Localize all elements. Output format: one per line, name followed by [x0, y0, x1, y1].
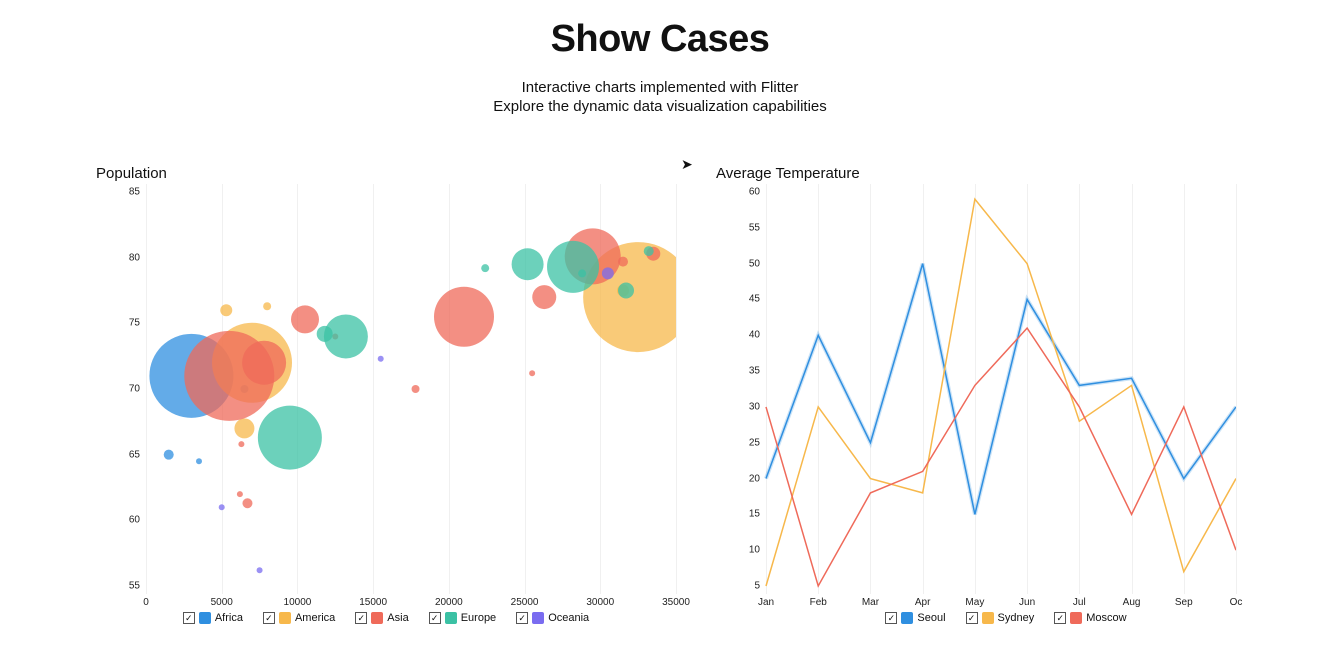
bubble-point[interactable]	[317, 326, 333, 342]
bubble-point[interactable]	[481, 264, 489, 272]
bubble-point[interactable]	[257, 567, 263, 573]
bubble-point[interactable]	[547, 241, 599, 293]
bubble-point[interactable]	[378, 356, 384, 362]
legend-item-asia[interactable]: ✓ Asia	[355, 612, 408, 624]
legend-swatch	[901, 612, 913, 624]
bubble-point[interactable]	[263, 302, 271, 310]
bubble-point[interactable]	[291, 305, 319, 333]
x-tick: 30000	[586, 597, 614, 608]
legend-checkbox[interactable]: ✓	[429, 612, 441, 624]
legend-swatch	[199, 612, 211, 624]
legend-item-sydney[interactable]: ✓ Sydney	[966, 612, 1035, 624]
x-tick: 5000	[211, 597, 233, 608]
bubble-point[interactable]	[434, 287, 494, 347]
x-tick: 20000	[435, 597, 463, 608]
subtitle-line-2: Explore the dynamic data visualization c…	[0, 98, 1320, 115]
temperature-chart-title: Average Temperature	[716, 165, 1296, 182]
legend-item-moscow[interactable]: ✓ Moscow	[1054, 612, 1126, 624]
legend-label: Africa	[215, 612, 243, 624]
legend-checkbox[interactable]: ✓	[516, 612, 528, 624]
bubble-point[interactable]	[237, 491, 243, 497]
bubble-point[interactable]	[242, 341, 286, 385]
population-legend: ✓ Africa ✓ America ✓ Asia ✓ Europe ✓ Oceania	[96, 612, 676, 624]
line-series-sydney[interactable]	[766, 199, 1236, 586]
x-tick: Jul	[1073, 597, 1086, 608]
legend-label: Asia	[387, 612, 408, 624]
legend-checkbox[interactable]: ✓	[183, 612, 195, 624]
bubble-point[interactable]	[219, 504, 225, 510]
legend-swatch	[279, 612, 291, 624]
temperature-chart-panel[interactable]: Average Temperature 51015202530354045505…	[716, 165, 1296, 624]
x-tick: Mar	[862, 597, 879, 608]
bubble-point[interactable]	[512, 248, 544, 280]
x-tick: 10000	[284, 597, 312, 608]
bubble-point[interactable]	[644, 246, 654, 256]
legend-label: Moscow	[1086, 612, 1126, 624]
legend-swatch	[371, 612, 383, 624]
legend-checkbox[interactable]: ✓	[885, 612, 897, 624]
legend-item-america[interactable]: ✓ America	[263, 612, 335, 624]
legend-checkbox[interactable]: ✓	[263, 612, 275, 624]
temperature-plot-area[interactable]: 51015202530354045505560JanFebMarAprMayJu…	[736, 184, 1296, 594]
legend-item-oceania[interactable]: ✓ Oceania	[516, 612, 589, 624]
legend-item-seoul[interactable]: ✓ Seoul	[885, 612, 945, 624]
x-tick: Jan	[758, 597, 774, 608]
legend-item-africa[interactable]: ✓ Africa	[183, 612, 243, 624]
legend-swatch	[1070, 612, 1082, 624]
legend-swatch	[445, 612, 457, 624]
legend-label: Sydney	[998, 612, 1035, 624]
x-tick: Oc	[1230, 597, 1243, 608]
legend-item-europe[interactable]: ✓ Europe	[429, 612, 496, 624]
legend-checkbox[interactable]: ✓	[966, 612, 978, 624]
bubble-point[interactable]	[618, 283, 634, 299]
bubble-point[interactable]	[242, 498, 252, 508]
legend-label: Oceania	[548, 612, 589, 624]
bubble-point[interactable]	[529, 370, 535, 376]
charts-row: Population 55606570758085050001000015000…	[0, 115, 1320, 624]
temperature-legend: ✓ Seoul ✓ Sydney ✓ Moscow	[716, 612, 1296, 624]
population-chart-panel[interactable]: Population 55606570758085050001000015000…	[96, 165, 676, 624]
bubble-point[interactable]	[602, 267, 614, 279]
subtitle-line-1: Interactive charts implemented with Flit…	[0, 79, 1320, 96]
page-header: Show Cases Interactive charts implemente…	[0, 0, 1320, 115]
bubble-point[interactable]	[234, 418, 254, 438]
x-tick: Apr	[915, 597, 931, 608]
x-tick: May	[965, 597, 984, 608]
x-tick: Sep	[1175, 597, 1193, 608]
x-tick: Jun	[1019, 597, 1035, 608]
bubble-point[interactable]	[618, 257, 628, 267]
bubble-point[interactable]	[196, 458, 202, 464]
x-tick: 15000	[359, 597, 387, 608]
x-tick: 0	[143, 597, 149, 608]
legend-label: America	[295, 612, 335, 624]
bubble-point[interactable]	[164, 450, 174, 460]
page-title: Show Cases	[0, 18, 1320, 61]
x-tick: 25000	[511, 597, 539, 608]
bubble-point[interactable]	[578, 269, 586, 277]
line-series-seoul[interactable]	[766, 264, 1236, 515]
legend-swatch	[982, 612, 994, 624]
population-plot-area[interactable]: 5560657075808505000100001500020000250003…	[116, 184, 676, 594]
x-tick: Aug	[1123, 597, 1141, 608]
legend-swatch	[532, 612, 544, 624]
legend-checkbox[interactable]: ✓	[355, 612, 367, 624]
x-tick: 35000	[662, 597, 690, 608]
line-series-moscow[interactable]	[766, 328, 1236, 586]
bubble-point[interactable]	[220, 304, 232, 316]
bubble-point[interactable]	[258, 406, 322, 470]
bubble-point[interactable]	[532, 285, 556, 309]
population-chart-title: Population	[96, 165, 676, 182]
legend-label: Seoul	[917, 612, 945, 624]
bubble-point[interactable]	[238, 441, 244, 447]
x-tick: Feb	[810, 597, 827, 608]
legend-label: Europe	[461, 612, 496, 624]
bubble-point[interactable]	[412, 385, 420, 393]
legend-checkbox[interactable]: ✓	[1054, 612, 1066, 624]
